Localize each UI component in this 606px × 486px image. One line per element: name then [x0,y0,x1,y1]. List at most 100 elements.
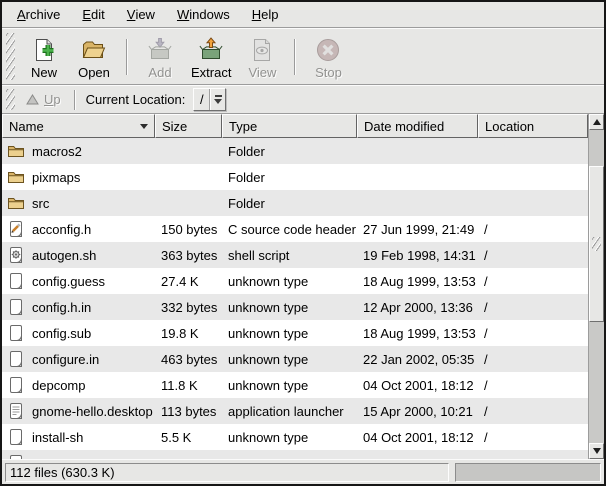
scrollbar-trough-top[interactable] [589,130,604,166]
cell-date: 04 Oct 2001, 18:12 [357,378,478,393]
cell-type: unknown type [222,274,357,289]
file-list-area: Name Size Type Date modifiedLocation macros… [2,114,604,459]
cell-location: / [478,222,588,237]
cell-location: / [478,274,588,289]
scroll-up-button[interactable] [589,114,604,130]
up-button: Up [19,90,68,109]
toolbar-separator [294,39,296,75]
table-rows: macros2FolderpixmapsFoldersrcFolderaccon… [2,138,588,459]
cell-type: Folder [222,196,357,211]
location-bar-drag-handle[interactable] [6,89,15,110]
table-row[interactable]: gnome-hello.desktop113 bytesapplication … [2,398,588,424]
table-row[interactable]: config.h.in332 bytesunknown type12 Apr 2… [2,294,588,320]
file-name: install-sh [32,430,83,445]
toolbar-button-label: View [248,65,276,80]
cell-location: / [478,300,588,315]
table-row[interactable]: config.guess27.4 Kunknown type18 Aug 199… [2,268,588,294]
column-header-size[interactable]: Size [155,114,222,138]
cell-date: 27 Jun 1999, 21:49 [357,222,478,237]
column-header-label: Name [9,119,44,134]
menu-edit[interactable]: Edit [71,2,115,27]
document-icon [7,272,25,290]
cell-date [357,450,478,454]
cell-date: 04 Oct 2001, 18:12 [357,430,478,445]
table-row[interactable]: depcomp11.8 Kunknown type04 Oct 2001, 18… [2,372,588,398]
add-files-icon [147,37,173,63]
cell-name: config.sub [2,324,155,342]
file-name: acconfig.h [32,222,91,237]
table-row[interactable]: acconfig.h150 bytesC source code header2… [2,216,588,242]
cell-type: shell script [222,248,357,263]
cell-location: / [478,430,588,445]
toolbar-open-button[interactable]: Open [69,31,119,83]
cell-name: src [2,194,155,212]
document-icon [7,376,25,394]
toolbar: New Open AddExtract View Stop [2,28,604,85]
table-row[interactable]: configure.in463 bytesunknown type22 Jan … [2,346,588,372]
status-text: 112 files (630.3 K) [10,465,115,480]
cell-name: autogen.sh [2,246,155,264]
cell-name: install-sh [2,428,155,446]
column-header-name[interactable]: Name [2,114,155,138]
folder-icon [7,194,25,212]
file-name: gnome-hello.desktop [32,404,153,419]
scrollbar-thumb[interactable] [589,166,604,322]
file-name: depcomp [32,378,85,393]
cell-type: C source code header [222,222,357,237]
table-row[interactable]: autogen.sh363 bytesshell script19 Feb 19… [2,242,588,268]
cell-name [2,450,155,459]
toolbar-add-button: Add [135,31,185,83]
scroll-down-icon [593,448,601,454]
column-header-date-modified[interactable]: Date modified [357,114,478,138]
up-arrow-icon [26,94,39,105]
current-location-value: / [194,89,210,110]
file-name: configure.in [32,352,99,367]
cell-name: acconfig.h [2,220,155,238]
cell-date: 18 Aug 1999, 13:53 [357,274,478,289]
toolbar-stop-button: Stop [303,31,353,83]
combobox-dropdown-icon[interactable] [210,89,225,110]
status-bar: 112 files (630.3 K) [2,459,604,484]
scrollbar-trough-bottom[interactable] [589,322,604,443]
column-header-label: Type [229,119,257,134]
menu-windows[interactable]: Windows [166,2,241,27]
menu-view[interactable]: View [116,2,166,27]
toolbar-view-button: View [237,31,287,83]
cell-size: 113 bytes [155,404,222,419]
sort-indicator-icon [140,124,148,129]
column-header-location[interactable]: Location [478,114,588,138]
table-row[interactable]: src Folder [2,190,588,216]
cell-date: 12 Apr 2000, 13:36 [357,300,478,315]
toolbar-extract-button[interactable]: Extract [185,31,237,83]
table-row[interactable]: pixmapsFolder [2,164,588,190]
cell-date: 22 Jan 2002, 05:35 [357,352,478,367]
toolbar-button-label: Stop [315,65,342,80]
table-row[interactable]: install-sh5.5 Kunknown type04 Oct 2001, … [2,424,588,450]
toolbar-button-label: New [31,65,57,80]
file-name: config.sub [32,326,91,341]
location-bar-separator [74,90,76,110]
toolbar-drag-handle[interactable] [6,33,15,80]
cell-type: unknown type [222,352,357,367]
toolbar-buttons: New Open AddExtract View Stop [19,31,353,83]
location-bar: Up Current Location: / [2,85,604,114]
table-row[interactable]: macros2 Folder [2,138,588,164]
toolbar-new-button[interactable]: New [19,31,69,83]
table-row[interactable]: config.sub19.8 Kunknown type18 Aug 1999,… [2,320,588,346]
cell-type: Folder [222,144,357,159]
current-location-combobox[interactable]: / [193,88,226,111]
menu-help[interactable]: Help [241,2,290,27]
table-header: Name Size Type Date modifiedLocation [2,114,588,138]
cell-size [155,450,222,454]
column-header-type[interactable]: Type [222,114,357,138]
cell-name: macros2 [2,142,155,160]
cell-size: 363 bytes [155,248,222,263]
vertical-scrollbar[interactable] [588,114,604,459]
cell-type: unknown type [222,430,357,445]
document-icon [7,428,25,446]
cell-type: Folder [222,170,357,185]
view-file-icon [249,37,275,63]
folder-icon [7,168,25,186]
menu-archive[interactable]: Archive [6,2,71,27]
scroll-down-button[interactable] [589,443,604,459]
